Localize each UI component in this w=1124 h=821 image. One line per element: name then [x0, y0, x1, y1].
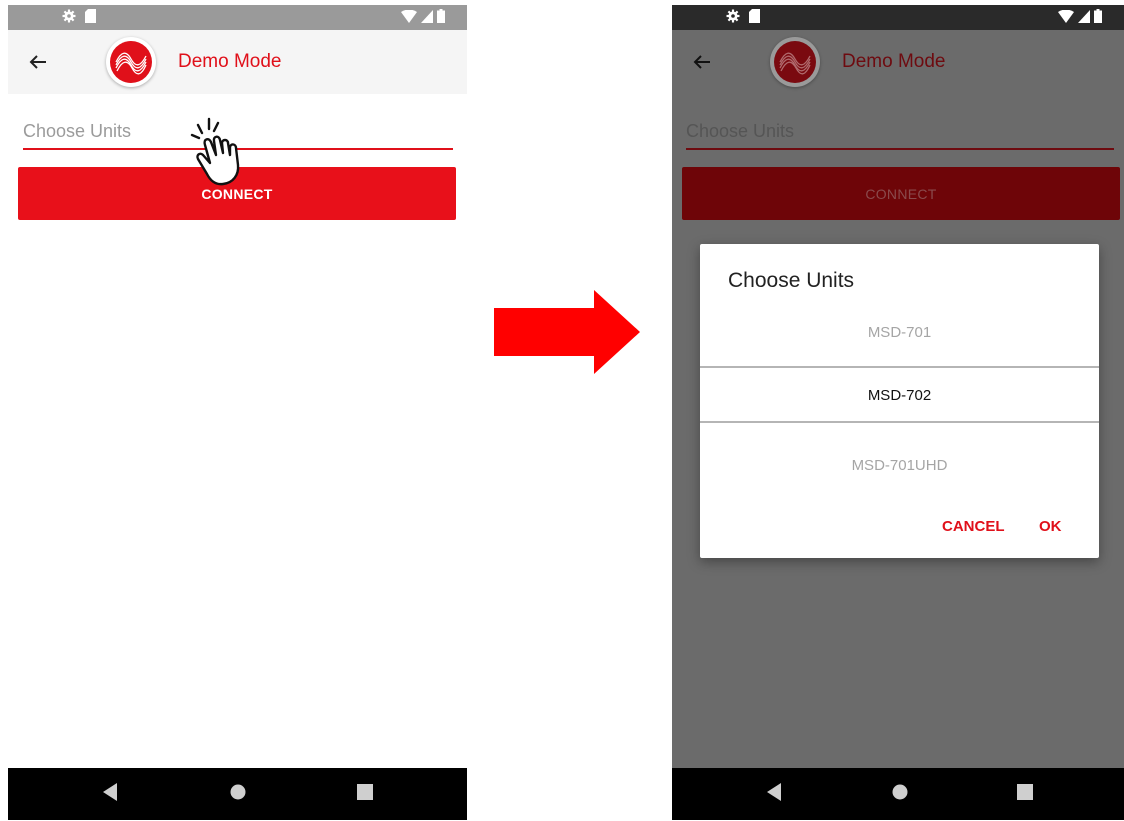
ok-button[interactable]: OK — [1039, 518, 1062, 535]
picker-divider-top — [700, 366, 1099, 368]
nav-recents-icon[interactable] — [1015, 781, 1035, 803]
battery-icon — [437, 9, 445, 23]
transition-arrow-icon — [494, 290, 640, 374]
settings-icon — [726, 9, 740, 23]
signal-icon — [1078, 9, 1090, 23]
navigation-bar — [672, 768, 1124, 820]
logo-wave-icon — [115, 52, 147, 75]
cancel-button[interactable]: CANCEL — [942, 518, 1005, 535]
nav-home-icon[interactable] — [227, 781, 249, 803]
unit-option-msd-701[interactable]: MSD-701 — [700, 324, 1099, 341]
nav-home-icon[interactable] — [889, 781, 911, 803]
battery-icon — [1094, 9, 1102, 23]
unit-option-msd-702[interactable]: MSD-702 — [700, 387, 1099, 404]
app-logo — [106, 37, 156, 87]
app-bar: Demo Mode — [8, 30, 467, 94]
nav-recents-icon[interactable] — [355, 781, 375, 803]
status-bar — [672, 5, 1124, 30]
sd-card-icon — [85, 9, 96, 23]
units-field-placeholder: Choose Units — [686, 121, 795, 141]
status-bar — [8, 5, 467, 30]
connect-button: CONNECT — [682, 167, 1120, 220]
picker-divider-bottom — [700, 421, 1099, 423]
sd-card-icon — [749, 9, 760, 23]
back-arrow-icon[interactable] — [26, 50, 50, 74]
nav-back-icon[interactable] — [764, 781, 784, 803]
app-title: Demo Mode — [842, 51, 946, 72]
phone-screen-before: Demo Mode Choose Units CONNECT — [8, 5, 467, 820]
choose-units-field[interactable]: Choose Units — [23, 120, 453, 150]
connect-button[interactable]: CONNECT — [18, 167, 456, 220]
app-title: Demo Mode — [178, 51, 282, 72]
unit-option-msd-701uhd[interactable]: MSD-701UHD — [700, 457, 1099, 474]
settings-icon — [62, 9, 76, 23]
choose-units-field: Choose Units — [686, 120, 1114, 150]
phone-screen-after: Demo Mode Choose Units CONNECT Choose Un… — [672, 5, 1124, 820]
dialog-title: Choose Units — [728, 269, 855, 292]
units-field-placeholder: Choose Units — [23, 121, 132, 141]
navigation-bar — [8, 768, 467, 820]
signal-icon — [421, 9, 433, 23]
wifi-icon — [1058, 9, 1074, 23]
app-logo — [770, 37, 820, 87]
logo-wave-icon — [779, 52, 811, 75]
choose-units-dialog: Choose Units MSD-701 MSD-702 MSD-701UHD … — [700, 244, 1099, 558]
nav-back-icon[interactable] — [100, 781, 120, 803]
app-bar: Demo Mode — [672, 30, 1124, 94]
wifi-icon — [401, 9, 417, 23]
back-arrow-icon — [693, 55, 710, 69]
